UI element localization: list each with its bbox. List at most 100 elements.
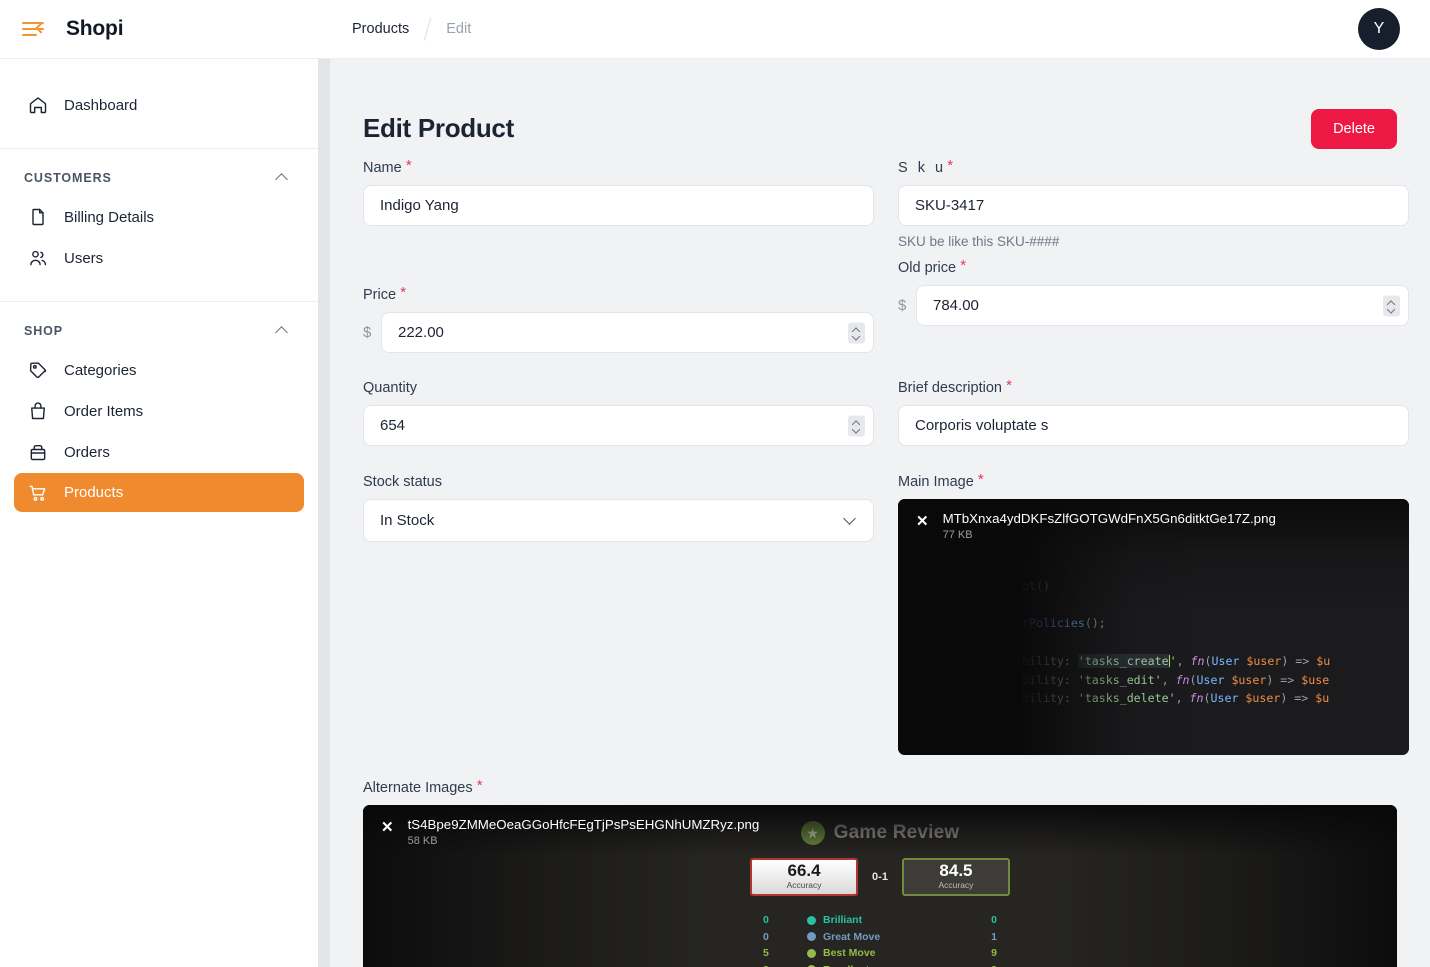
alternate-image-preview[interactable]: ★ Game Review 66.4 Accuracy 0-1 8 — [363, 805, 1397, 967]
sidebar-item-billing-details[interactable]: Billing Details — [14, 197, 304, 237]
field-brief-description: Brief description * Corporis voluptate s — [898, 377, 1409, 446]
product-form: Name * Indigo Yang S k u * SKU-3417 SKU be… — [363, 157, 1409, 755]
page-content: Edit Product Delete Name * Indigo Yang S … — [330, 59, 1430, 967]
price-row: $ 222.00 — [363, 312, 874, 353]
required-marker: * — [977, 471, 984, 488]
required-marker: * — [400, 284, 407, 301]
sidebar-item-label: Dashboard — [64, 96, 138, 114]
stock-status-select[interactable]: In Stock — [363, 499, 874, 542]
quantity-input[interactable]: 654 — [363, 405, 874, 446]
field-quantity: Quantity 654 — [363, 379, 874, 446]
sidebar-item-label: Orders — [64, 443, 110, 461]
name-input[interactable]: Indigo Yang — [363, 185, 874, 226]
price-input[interactable]: 222.00 — [381, 312, 874, 353]
quantity-stepper[interactable] — [848, 415, 865, 436]
field-label: Alternate Images * — [363, 777, 483, 796]
nav-section-primary: Dashboard — [0, 59, 318, 149]
old-price-row: $ 784.00 — [898, 285, 1409, 326]
sidebar-item-dashboard[interactable]: Dashboard — [14, 85, 304, 125]
label-text: Main Image — [898, 474, 974, 490]
brief-description-input[interactable]: Corporis voluptate s — [898, 405, 1409, 446]
field-label: Price * — [363, 284, 406, 303]
field-stock-status: Stock status In Stock — [363, 473, 874, 755]
required-marker: * — [947, 157, 957, 174]
section-title: CUSTOMERS — [24, 171, 112, 185]
topbar: Products Edit Y — [330, 0, 1430, 59]
main-image-file-header: ✕ MTbXnxa4ydDKFsZlfGOTGWdFnX5Gn6ditktGe1… — [898, 499, 1409, 545]
nav-section-shop: SHOP Categories Order Items Orders Produ… — [0, 302, 318, 512]
sidebar-item-products[interactable]: Products — [14, 473, 304, 512]
field-label: Quantity — [363, 380, 417, 396]
stock-status-value: In Stock — [380, 512, 435, 529]
close-icon[interactable]: ✕ — [916, 514, 929, 529]
sidebar-item-users[interactable]: Users — [14, 238, 304, 278]
field-main-image: Main Image* ot() rPolicies(); bility: 't… — [898, 471, 1409, 755]
sidebar: Shopi Dashboard CUSTOMERS Billing Detail… — [0, 0, 330, 967]
field-sku: S k u * SKU-3417 SKU be like this SKU-###… — [898, 157, 1409, 249]
label-text: Stock status — [363, 474, 442, 490]
avatar[interactable]: Y — [1358, 8, 1400, 50]
sidebar-item-label: Order Items — [64, 402, 144, 420]
sku-hint: SKU be like this SKU-#### — [898, 234, 1060, 249]
field-old-price: Old price * $ 784.00 — [898, 257, 1409, 353]
main-area: Products Edit Y Edit Product Delete Name… — [330, 0, 1430, 967]
delete-button[interactable]: Delete — [1311, 108, 1397, 149]
nav-section-customers: CUSTOMERS Billing Details Users — [0, 149, 318, 302]
sidebar-scrollbar[interactable] — [318, 59, 330, 967]
section-title: SHOP — [24, 324, 64, 338]
page-header: Edit Product Delete — [363, 59, 1397, 159]
breadcrumb-current: Edit — [446, 21, 472, 37]
alternate-image-file-meta: tS4Bpe9ZMMeOeaGGoHfcFEgTjPsPsEHGNhUMZRyz… — [408, 817, 760, 847]
app-root: Shopi Dashboard CUSTOMERS Billing Detail… — [0, 0, 1430, 967]
section-header-shop[interactable]: SHOP — [14, 320, 304, 342]
field-label: S k u * — [898, 157, 953, 176]
old-price-input[interactable]: 784.00 — [916, 285, 1409, 326]
old-price-stepper[interactable] — [1383, 295, 1400, 316]
section-header-customers[interactable]: CUSTOMERS — [14, 167, 304, 189]
hamburger-collapse-icon[interactable] — [22, 21, 47, 37]
chevron-down-icon — [843, 512, 856, 525]
quantity-input-wrap: 654 — [363, 405, 874, 446]
alternate-image-filename: tS4Bpe9ZMMeOeaGGoHfcFEgTjPsPsEHGNhUMZRyz… — [407, 817, 760, 832]
field-name: Name * Indigo Yang — [363, 157, 874, 249]
field-price: Price * $ 222.00 — [363, 284, 874, 353]
tag-icon — [28, 360, 48, 380]
close-icon[interactable]: ✕ — [381, 820, 394, 835]
breadcrumb-separator — [423, 17, 432, 41]
sku-input[interactable]: SKU-3417 — [898, 185, 1409, 226]
field-label: Stock status — [363, 474, 442, 490]
main-image-filename: MTbXnxa4ydDKFsZlfGOTGWdFnX5Gn6ditktGe17Z… — [942, 511, 1276, 526]
price-input-wrap: 222.00 — [381, 312, 874, 353]
price-stepper[interactable] — [848, 322, 865, 343]
field-label: Old price * — [898, 257, 966, 276]
file-icon — [28, 207, 48, 227]
label-text: S k u — [898, 160, 947, 176]
field-alternate-images: Alternate Images* ★ Game Review 66.4 — [363, 777, 1397, 967]
sidebar-item-orders[interactable]: Orders — [14, 432, 304, 472]
alternate-image-filesize: 58 KB — [407, 835, 438, 848]
label-text: Brief description — [898, 380, 1002, 396]
required-marker: * — [405, 157, 412, 174]
label-text: Alternate Images — [363, 780, 473, 796]
main-image-filesize: 77 KB — [942, 529, 973, 542]
breadcrumb-products[interactable]: Products — [352, 21, 409, 37]
sidebar-item-categories[interactable]: Categories — [14, 350, 304, 390]
field-label: Brief description * — [898, 377, 1012, 396]
required-marker: * — [960, 257, 967, 274]
required-marker: * — [476, 777, 483, 794]
sidebar-item-label: Categories — [64, 361, 137, 379]
sidebar-item-label: Products — [64, 484, 124, 501]
brand-name: Shopi — [66, 17, 124, 40]
label-text: Old price — [898, 260, 957, 276]
alternate-image-file-header: ✕ tS4Bpe9ZMMeOeaGGoHfcFEgTjPsPsEHGNhUMZR… — [363, 805, 1397, 851]
sidebar-item-label: Billing Details — [64, 208, 155, 226]
brand-header: Shopi — [0, 0, 330, 59]
currency-symbol: $ — [363, 324, 372, 341]
sidebar-item-order-items[interactable]: Order Items — [14, 391, 304, 431]
main-image-preview[interactable]: ot() rPolicies(); bility: 'tasks_create'… — [898, 499, 1409, 755]
sidebar-nav: Dashboard CUSTOMERS Billing Details User… — [0, 59, 318, 967]
breadcrumb: Products Edit — [352, 17, 471, 41]
label-text: Quantity — [363, 380, 417, 396]
page-title: Edit Product — [363, 113, 514, 143]
field-label: Main Image * — [898, 471, 984, 490]
